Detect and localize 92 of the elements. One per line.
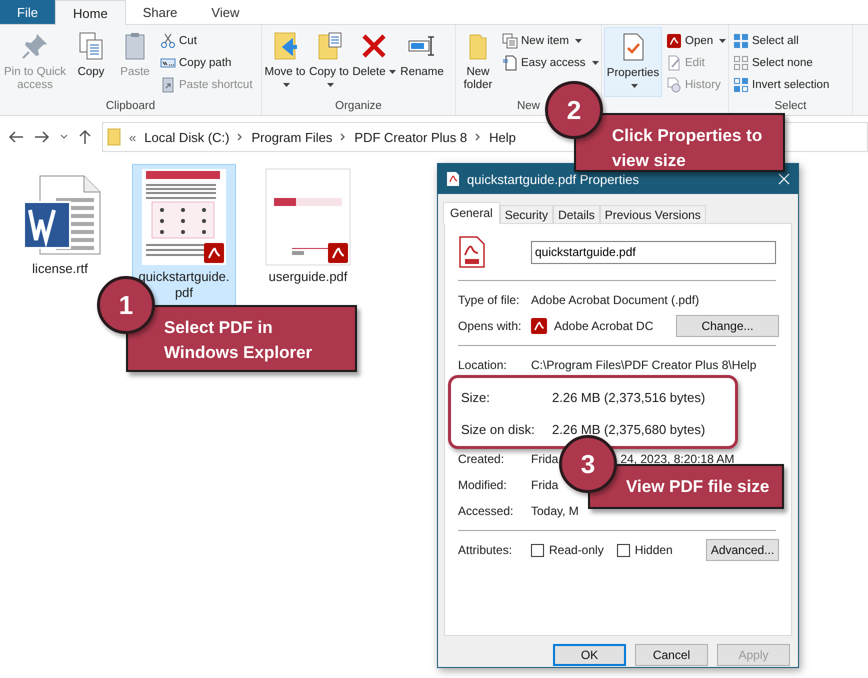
checkbox[interactable] — [531, 544, 544, 556]
group-label: Select — [774, 99, 806, 114]
breadcrumb[interactable]: Program Files — [251, 130, 332, 144]
field-value: 24, 2023, 8:20:18 AM — [620, 452, 734, 466]
up-icon[interactable] — [78, 129, 92, 145]
chevron-icon — [237, 133, 244, 141]
group-label: New — [516, 99, 540, 114]
ribbon-button[interactable]: Properties — [604, 27, 662, 97]
breadcrumb[interactable]: Help — [489, 130, 516, 144]
field-value: 2.26 MB (2,375,680 bytes) — [552, 422, 706, 436]
chevron-icon — [340, 133, 346, 141]
ribbon-button[interactable]: Open — [664, 30, 728, 52]
field-label: Size on disk: — [461, 422, 536, 436]
caret-icon — [388, 70, 396, 74]
forward-icon[interactable] — [34, 130, 50, 144]
ribbon-tab[interactable]: View — [194, 0, 256, 24]
field-label: Attributes: — [458, 543, 514, 557]
clock-page-icon — [666, 77, 682, 93]
ribbon-button[interactable]: Delete — [352, 27, 396, 97]
field-value: Adobe Acrobat DC — [554, 319, 654, 333]
ribbon-button[interactable]: Select all — [731, 30, 801, 52]
field-value: Adobe Acrobat Document (.pdf) — [531, 293, 700, 307]
empty-grid-icon — [733, 55, 749, 71]
field-value: Today, M — [531, 504, 579, 518]
ribbon-button[interactable]: Rename — [398, 27, 446, 97]
pdf-file-icon — [446, 171, 460, 187]
new-item-icon — [502, 33, 518, 49]
pencil-page-icon — [666, 55, 682, 71]
field-label: Modified: — [458, 478, 508, 492]
ribbon-tab[interactable]: Share — [126, 0, 194, 24]
dialog-button[interactable]: OK — [553, 644, 626, 666]
ribbon-button[interactable]: Copy to — [308, 27, 350, 97]
ribbon-button[interactable]: Copy — [70, 27, 112, 97]
back-icon[interactable] — [8, 130, 24, 144]
dialog-tab[interactable]: Previous Versions — [600, 205, 706, 223]
checkbox[interactable] — [616, 544, 630, 556]
field-label: Location: — [458, 358, 508, 372]
chevron-down-icon[interactable] — [60, 134, 68, 140]
folder-icon — [107, 128, 121, 146]
scissors-icon — [160, 33, 176, 49]
invert-grid-icon — [733, 77, 749, 93]
field-label: Accessed: — [458, 504, 514, 518]
checkbox-label: Hidden — [634, 543, 673, 557]
field-value: Frida — [531, 452, 558, 466]
field-value: C:\Program Files\PDF Creator Plus 8\Help — [531, 358, 756, 372]
field-value: 2.26 MB (2,373,516 bytes) — [552, 390, 706, 404]
ribbon-tab[interactable]: Home — [55, 0, 126, 25]
advanced-button[interactable]: Advanced... — [706, 539, 779, 561]
filename-field[interactable]: quickstartguide.pdf — [531, 240, 776, 264]
pdf-icon — [666, 33, 682, 49]
caret-icon — [719, 39, 726, 43]
field-label: Type of file: — [458, 293, 520, 307]
checkbox-label: Read-only — [549, 543, 604, 557]
page-icon — [502, 55, 518, 71]
file-item[interactable]: license.rtf — [8, 164, 112, 282]
dialog-tab[interactable]: Security — [500, 205, 554, 223]
dialog-tab[interactable]: General — [443, 202, 500, 224]
file-item[interactable]: quickstartguide.pdf — [132, 164, 236, 306]
pdf-icon — [531, 318, 547, 334]
file-item[interactable]: userguide.pdf — [256, 164, 360, 290]
dialog-tab[interactable]: Details — [553, 205, 600, 223]
ribbon-button[interactable]: Select none — [731, 52, 815, 74]
grid-icon — [733, 33, 749, 49]
field-label: Created: — [458, 452, 506, 466]
shortcut-icon — [160, 77, 176, 93]
caret-icon — [631, 84, 638, 88]
caret-icon — [592, 61, 599, 65]
close-icon[interactable] — [778, 173, 790, 185]
ribbon-button[interactable]: Copy path — [158, 52, 234, 74]
field-label: Opens with: — [458, 319, 522, 333]
caret-icon — [283, 82, 290, 87]
file-menu[interactable]: File — [0, 0, 55, 24]
overflow-indicator[interactable]: « — [129, 130, 136, 144]
dialog-button[interactable]: Cancel — [635, 644, 708, 666]
ribbon-button[interactable]: Invert selection — [731, 74, 832, 96]
group-label: Clipboard — [106, 99, 156, 114]
pdf-file-icon — [458, 236, 486, 268]
field-value: Frida — [531, 478, 558, 492]
breadcrumb[interactable]: PDF Creator Plus 8 — [354, 130, 468, 144]
ribbon-button[interactable]: Easy access — [500, 52, 601, 74]
ribbon-button[interactable]: Cut — [158, 30, 199, 52]
window-title: quickstartguide.pdf Properties — [467, 172, 640, 186]
caret-icon — [327, 82, 334, 87]
ribbon-button[interactable]: New folder — [458, 27, 498, 97]
breadcrumb[interactable]: Local Disk (C:) — [144, 130, 230, 144]
change-button[interactable]: Change... — [676, 315, 779, 337]
ribbon-button[interactable]: Move to — [264, 27, 306, 97]
group-label: Organize — [335, 99, 382, 114]
caret-icon — [574, 39, 582, 43]
ribbon-button[interactable]: New item — [500, 30, 584, 52]
field-label: Size: — [461, 390, 491, 404]
chevron-icon — [475, 133, 482, 141]
